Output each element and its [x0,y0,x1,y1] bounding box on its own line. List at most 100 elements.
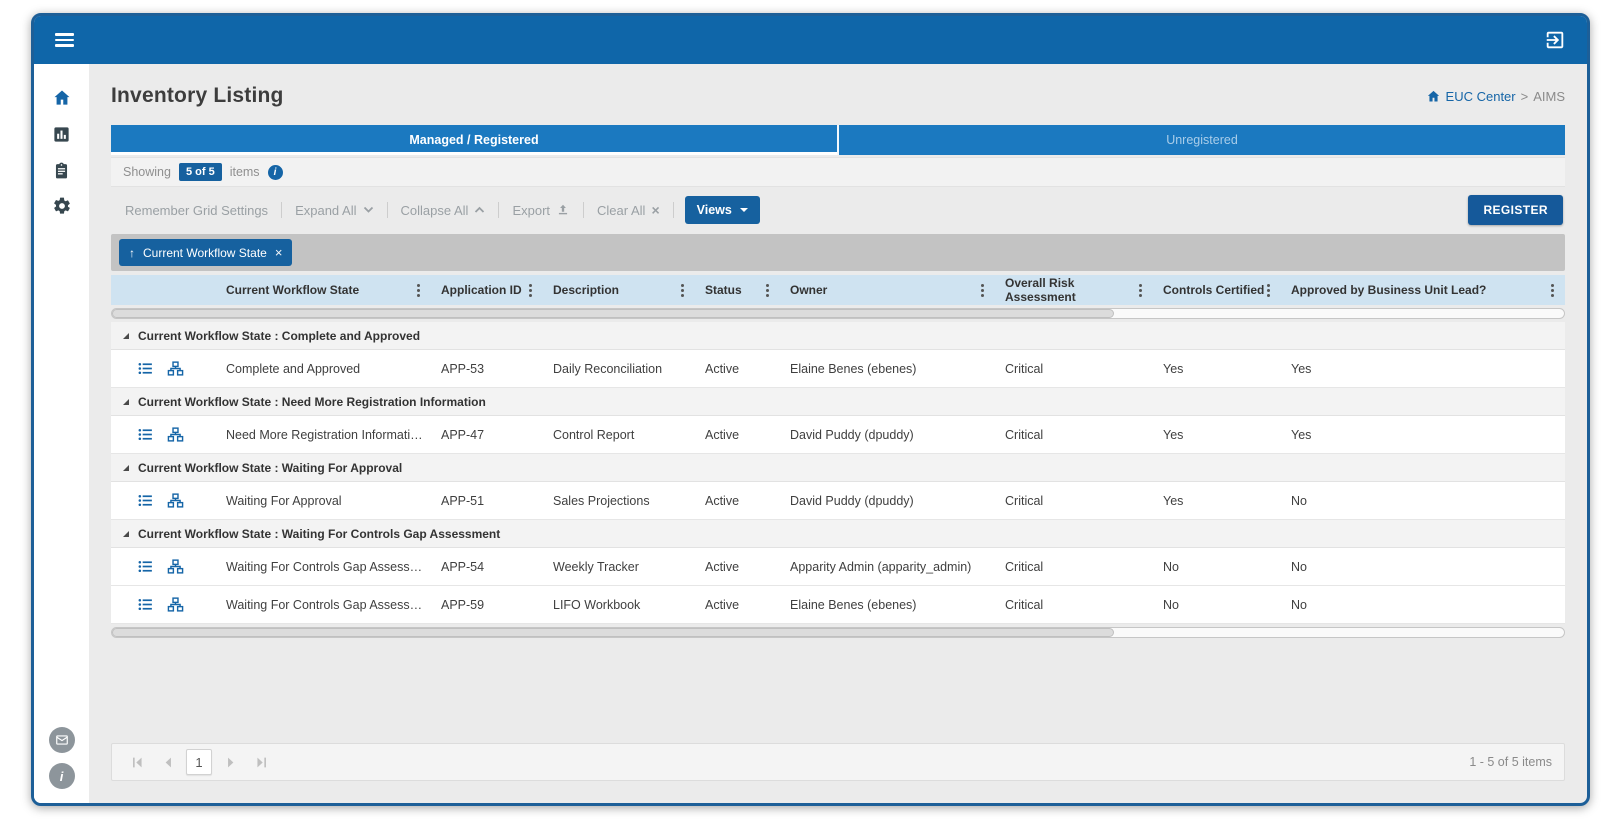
cell-description: Sales Projections [553,493,650,508]
header-cell-status[interactable]: Status [695,275,780,305]
sidebar-item-inventory[interactable] [41,152,83,188]
table-row[interactable]: Waiting For Controls Gap Assessment APP-… [111,586,1565,624]
pager-next-button[interactable] [217,749,243,775]
table-row[interactable]: Waiting For Controls Gap Assessment APP-… [111,548,1565,586]
header-cell-row-actions [111,275,216,305]
column-menu-icon[interactable] [1267,288,1270,292]
cell-current-workflow-state: Waiting For Approval [226,493,342,508]
hierarchy-icon[interactable] [167,360,184,377]
menu-button[interactable] [49,24,80,57]
column-menu-icon[interactable] [766,288,769,292]
collapse-all-button[interactable]: Collapse All [399,203,488,218]
main-content: Inventory Listing EUC Center > AIMS Mana… [89,64,1587,803]
clear-all-x-icon: × [651,202,660,218]
expand-all-button[interactable]: Expand All [293,203,375,218]
pager-prev-button[interactable] [155,749,181,775]
pager-first-button[interactable] [124,749,150,775]
group-header-label: Current Workflow State : Waiting For App… [138,460,403,475]
count-badge: 5 of 5 [178,163,222,181]
cell-description: Control Report [553,427,635,442]
grid-info-icon[interactable]: i [267,164,283,180]
column-menu-icon[interactable] [529,288,532,292]
cell-overall-risk-assessment: Critical [1005,597,1044,612]
tab-managed-registered[interactable]: Managed / Registered [111,125,837,155]
header-cell-application-id[interactable]: Application ID [431,275,543,305]
clipboard-icon [55,162,68,178]
home-icon [1427,90,1439,101]
chip-close-icon[interactable]: × [275,245,283,260]
header-cell-owner[interactable]: Owner [780,275,995,305]
group-header[interactable]: Current Workflow State : Waiting For App… [111,454,1565,482]
cell-status: Active [705,361,740,376]
column-menu-icon[interactable] [981,288,984,292]
hierarchy-icon[interactable] [167,596,184,613]
header-cell-overall-risk-assessment[interactable]: Overall Risk Assessment [995,275,1153,305]
group-header[interactable]: Current Workflow State : Waiting For Con… [111,520,1565,548]
table-row[interactable]: Waiting For Approval APP-51 Sales Projec… [111,482,1565,520]
scrollbar-thumb[interactable] [112,628,1114,637]
column-menu-icon[interactable] [417,288,420,292]
horizontal-scrollbar-bottom [111,627,1565,638]
table-row[interactable]: Complete and Approved APP-53 Daily Recon… [111,350,1565,388]
tab-unregistered[interactable]: Unregistered [837,125,1565,155]
group-collapse-icon[interactable] [123,464,129,471]
column-menu-icon[interactable] [1551,288,1554,292]
prev-page-icon [165,757,171,767]
header-cell-description[interactable]: Description [543,275,695,305]
cell-description: Weekly Tracker [553,559,639,574]
cell-overall-risk-assessment: Critical [1005,361,1044,376]
sidebar-item-analytics[interactable] [41,116,83,152]
row-actions [111,558,216,575]
column-menu-icon[interactable] [681,288,684,292]
first-page-icon [132,757,142,767]
sidebar-item-settings[interactable] [41,188,83,224]
page-header: Inventory Listing EUC Center > AIMS [111,77,1565,115]
header-cell-controls-certified[interactable]: Controls Certified [1153,275,1281,305]
table-row[interactable]: Need More Registration Information APP-4… [111,416,1565,454]
bar-chart-icon [54,126,69,142]
group-header[interactable]: Current Workflow State : Complete and Ap… [111,322,1565,350]
views-dropdown-button[interactable]: Views [684,196,760,224]
clear-all-button[interactable]: Clear All × [595,202,662,218]
remember-grid-settings-button[interactable]: Remember Grid Settings [123,203,270,218]
sort-asc-icon[interactable]: ↑ [129,246,135,260]
cell-application-id: APP-51 [441,493,485,508]
details-icon[interactable] [137,558,154,575]
pager-page-1-button[interactable]: 1 [186,749,212,775]
hierarchy-icon[interactable] [167,558,184,575]
pager-last-button[interactable] [248,749,274,775]
cell-status: Active [705,597,740,612]
export-upload-icon [558,204,568,215]
pager: 1 [124,749,274,775]
export-button[interactable]: Export [510,203,572,218]
toolbar-divider [281,202,283,218]
details-icon[interactable] [137,360,154,377]
toolbar-divider [672,202,674,218]
breadcrumb-euc-center-link[interactable]: EUC Center [1426,89,1516,104]
mail-button[interactable] [48,727,75,753]
logout-button[interactable] [1538,23,1572,57]
sidebar-item-home[interactable] [41,80,83,116]
hierarchy-icon[interactable] [167,426,184,443]
cell-approved-by-business-unit-lead: No [1291,597,1307,612]
info-button[interactable]: i [48,763,75,789]
details-icon[interactable] [137,596,154,613]
column-menu-icon[interactable] [1139,288,1142,292]
horizontal-scrollbar-top [111,308,1565,319]
group-header[interactable]: Current Workflow State : Need More Regis… [111,388,1565,416]
details-icon[interactable] [137,492,154,509]
cell-approved-by-business-unit-lead: Yes [1291,427,1312,442]
hierarchy-icon[interactable] [167,492,184,509]
group-collapse-icon[interactable] [123,398,129,405]
group-collapse-icon[interactable] [123,530,129,537]
header-cell-current-workflow-state[interactable]: Current Workflow State [216,275,431,305]
details-icon[interactable] [137,426,154,443]
app-window: i Inventory Listing EUC Center > AIMS Ma… [31,13,1590,806]
group-chip-current-workflow-state[interactable]: ↑ Current Workflow State × [119,239,293,266]
register-button[interactable]: REGISTER [1468,195,1563,225]
group-collapse-icon[interactable] [123,332,129,339]
header-cell-approved-by-business-unit-lead[interactable]: Approved by Business Unit Lead? [1281,275,1565,305]
cell-controls-certified: No [1163,559,1179,574]
top-bar [34,16,1587,64]
scrollbar-thumb[interactable] [112,309,1114,318]
